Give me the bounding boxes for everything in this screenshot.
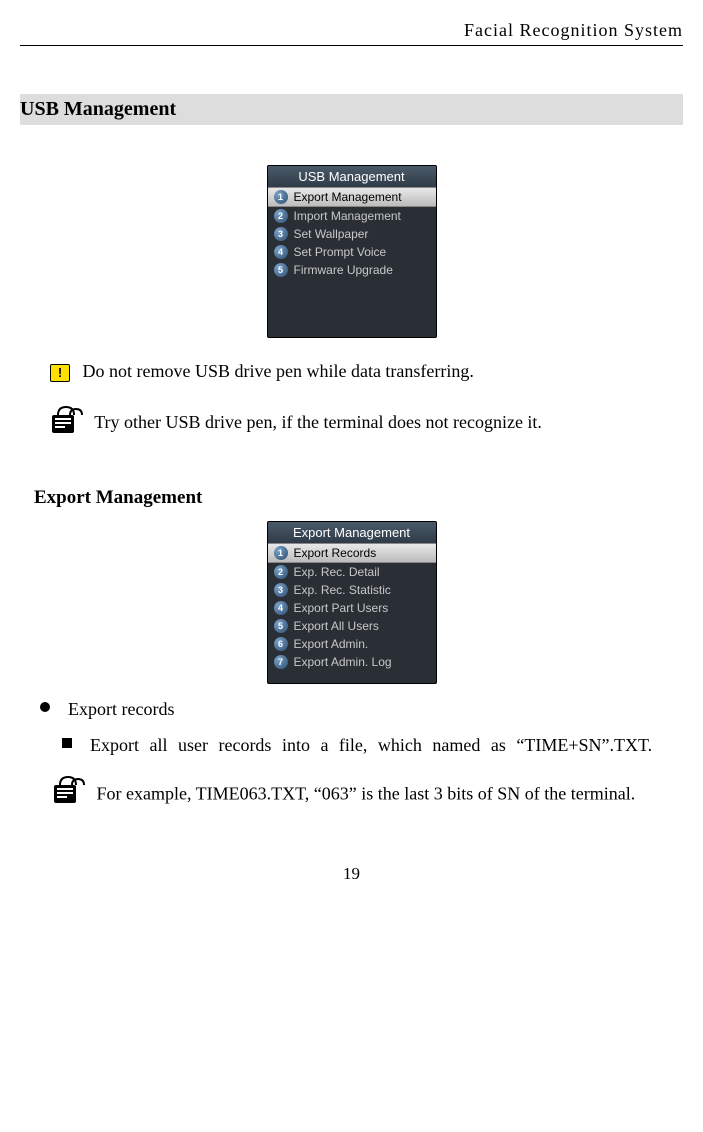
menu-item[interactable]: 2 Import Management (268, 207, 436, 225)
usb-management-panel: USB Management 1 Export Management 2 Import… (267, 165, 437, 338)
export-management-panel: Export Management 1 Export Records 2 Exp. R… (267, 521, 437, 684)
number-badge: 3 (274, 583, 288, 597)
bullet-desc: Export all user records into a file, whi… (90, 730, 683, 761)
number-badge: 2 (274, 565, 288, 579)
warning-note: ! Do not remove USB drive pen while data… (20, 356, 683, 387)
menu-item-label: Exp. Rec. Detail (294, 565, 380, 579)
menu-item-label: Export Management (294, 190, 402, 204)
menu-item[interactable]: 1 Export Management (268, 187, 436, 207)
menu-item[interactable]: 5 Firmware Upgrade (268, 261, 436, 279)
menu-item[interactable]: 5 Export All Users (268, 617, 436, 635)
number-badge: 4 (274, 601, 288, 615)
menu-item[interactable]: 4 Set Prompt Voice (268, 243, 436, 261)
menu-item-label: Set Wallpaper (294, 227, 369, 241)
bullet-export-records-desc: Export all user records into a file, whi… (62, 730, 683, 761)
page-number: 19 (20, 864, 683, 884)
number-badge: 5 (274, 619, 288, 633)
menu-item-label: Export Admin. (294, 637, 369, 651)
menu-item-label: Export Records (294, 546, 377, 560)
number-badge: 1 (274, 546, 288, 560)
number-badge: 3 (274, 227, 288, 241)
menu-item[interactable]: 1 Export Records (268, 543, 436, 563)
page-header: Facial Recognition System (20, 20, 683, 46)
example-text: For example, TIME063.TXT, “063” is the l… (97, 784, 636, 804)
menu-item[interactable]: 3 Exp. Rec. Statistic (268, 581, 436, 599)
example-note: For example, TIME063.TXT, “063” is the l… (52, 775, 673, 816)
number-badge: 2 (274, 209, 288, 223)
menu-item[interactable]: 4 Export Part Users (268, 599, 436, 617)
subsection-heading-export-management: Export Management (34, 487, 683, 509)
panel-title: USB Management (268, 166, 436, 187)
tip-note: Try other USB drive pen, if the terminal… (20, 405, 683, 443)
panel-body: 1 Export Management 2 Import Management 3 Set… (268, 187, 436, 337)
product-title: Facial Recognition System (464, 20, 683, 40)
bullet-label: Export records (68, 694, 174, 725)
notes-icon (52, 775, 86, 816)
menu-item-label: Set Prompt Voice (294, 245, 387, 259)
section-heading-usb-management: USB Management (20, 94, 683, 125)
number-badge: 7 (274, 655, 288, 669)
menu-item-label: Export Part Users (294, 601, 389, 615)
bullet-export-records: Export records (40, 694, 683, 725)
bullet-icon (40, 702, 50, 712)
number-badge: 1 (274, 190, 288, 204)
warning-text: Do not remove USB drive pen while data t… (83, 361, 474, 381)
menu-item[interactable]: 2 Exp. Rec. Detail (268, 563, 436, 581)
notes-icon (50, 405, 84, 443)
menu-item-label: Firmware Upgrade (294, 263, 393, 277)
menu-item-label: Import Management (294, 209, 401, 223)
menu-item[interactable]: 6 Export Admin. (268, 635, 436, 653)
number-badge: 5 (274, 263, 288, 277)
menu-item-label: Export All Users (294, 619, 379, 633)
panel-body: 1 Export Records 2 Exp. Rec. Detail 3 Exp. Re… (268, 543, 436, 683)
number-badge: 6 (274, 637, 288, 651)
square-bullet-icon (62, 738, 72, 748)
tip-text: Try other USB drive pen, if the terminal… (94, 412, 542, 432)
warning-icon: ! (50, 364, 70, 382)
number-badge: 4 (274, 245, 288, 259)
menu-item-label: Export Admin. Log (294, 655, 392, 669)
menu-item[interactable]: 7 Export Admin. Log (268, 653, 436, 671)
menu-item-label: Exp. Rec. Statistic (294, 583, 391, 597)
panel-title: Export Management (268, 522, 436, 543)
menu-item[interactable]: 3 Set Wallpaper (268, 225, 436, 243)
